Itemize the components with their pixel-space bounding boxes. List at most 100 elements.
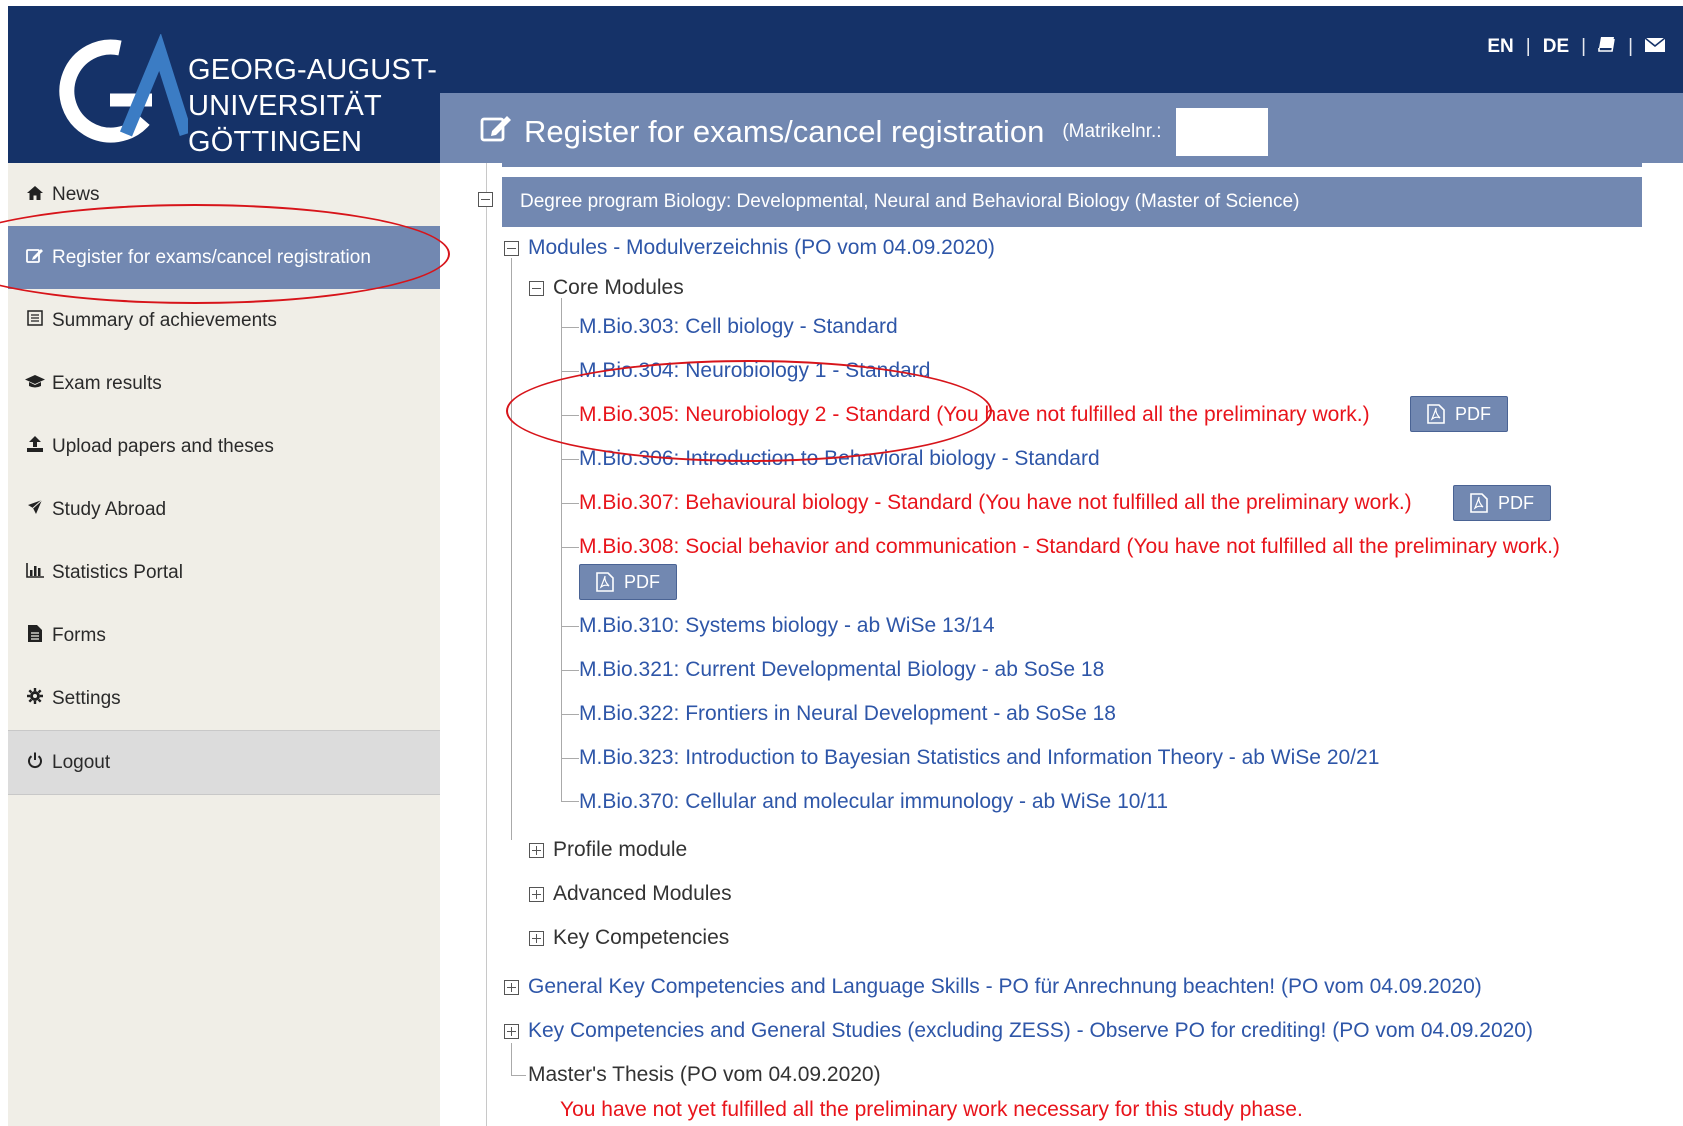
degree-program-header[interactable]: Degree program Biology: Developmental, N… (502, 177, 1642, 227)
collapse-toggle-core-modules[interactable] (529, 281, 544, 296)
gear-icon (24, 688, 46, 709)
pdf-icon (1427, 404, 1445, 424)
module-link-310[interactable]: M.Bio.310: Systems biology - ab WiSe 13/… (579, 612, 995, 640)
sidebar-item-label: Summary of achievements (52, 309, 277, 331)
lang-en-link[interactable]: EN (1487, 36, 1513, 58)
module-link-306[interactable]: M.Bio.306: Introduction to Behavioral bi… (579, 445, 1100, 473)
module-link-307[interactable]: M.Bio.307: Behavioural biology - Standar… (579, 489, 1412, 517)
power-icon (24, 752, 46, 774)
sidebar-item-news[interactable]: News (8, 163, 440, 226)
sidebar-item-label: News (52, 183, 100, 205)
university-name-line1: GEORG-AUGUST-UNIVERSITÄT (188, 54, 438, 122)
sidebar-item-study-abroad[interactable]: Study Abroad (8, 478, 440, 541)
university-logo[interactable]: GEORG-AUGUST-UNIVERSITÄT GÖTTINGEN (8, 6, 440, 163)
sidebar-item-label: Exam results (52, 372, 162, 394)
page-title: Register for exams/cancel registration (… (480, 108, 1268, 156)
tree-branch (561, 327, 579, 328)
collapse-toggle-degree[interactable] (478, 192, 493, 207)
expand-toggle-key-competencies[interactable] (529, 931, 544, 946)
module-link-305[interactable]: M.Bio.305: Neurobiology 2 - Standard (Yo… (579, 401, 1370, 429)
sidebar-item-statistics[interactable]: Statistics Portal (8, 541, 440, 604)
collapse-toggle-modules[interactable] (504, 241, 519, 256)
edit-icon (480, 114, 512, 150)
tree-branch (561, 626, 579, 627)
sidebar-item-summary[interactable]: Summary of achievements (8, 289, 440, 352)
pdf-button-305[interactable]: PDF (1410, 396, 1508, 432)
module-link-321[interactable]: M.Bio.321: Current Developmental Biology… (579, 656, 1104, 684)
pdf-icon (596, 572, 614, 592)
pdf-button-308[interactable]: PDF (579, 564, 677, 600)
core-modules-label[interactable]: Core Modules (553, 274, 684, 302)
advanced-modules-label[interactable]: Advanced Modules (553, 880, 732, 908)
tree-branch (561, 801, 579, 802)
pdf-button-label: PDF (624, 571, 660, 592)
tree-branch (561, 758, 579, 759)
key-general-studies-link[interactable]: Key Competencies and General Studies (ex… (528, 1017, 1533, 1045)
sidebar-item-exam-results[interactable]: Exam results (8, 352, 440, 415)
university-name: GEORG-AUGUST-UNIVERSITÄT GÖTTINGEN (188, 52, 440, 160)
university-logo-icon (59, 34, 188, 143)
university-name-line2: GÖTTINGEN (188, 126, 363, 158)
page-title-text: Register for exams/cancel registration (524, 114, 1045, 149)
sidebar-item-logout[interactable]: Logout (8, 730, 440, 795)
pdf-button-label: PDF (1498, 492, 1534, 513)
tree-branch (561, 415, 579, 416)
sidebar-item-settings[interactable]: Settings (8, 667, 440, 730)
separator: | (1581, 36, 1587, 57)
expand-toggle-advanced[interactable] (529, 887, 544, 902)
content-top-strip (502, 163, 1642, 167)
plane-icon (24, 499, 46, 520)
matrikel-label: (Matrikelnr.: (1062, 121, 1162, 142)
tree-branch (561, 503, 579, 504)
masters-thesis-label: Master's Thesis (PO vom 04.09.2020) (528, 1063, 881, 1086)
top-links: EN | DE | | (1487, 36, 1666, 58)
module-link-308[interactable]: M.Bio.308: Social behavior and communica… (579, 533, 1560, 561)
sidebar-item-label: Forms (52, 624, 106, 646)
separator: | (1628, 36, 1633, 57)
lang-de-link[interactable]: DE (1543, 36, 1569, 58)
key-competencies-label[interactable]: Key Competencies (553, 924, 729, 952)
module-link-303[interactable]: M.Bio.303: Cell biology - Standard (579, 313, 898, 341)
tree-branch (561, 670, 579, 671)
tree-branch (561, 547, 579, 548)
sidebar-item-label: Study Abroad (52, 498, 167, 520)
file-icon (24, 624, 46, 647)
mail-icon[interactable] (1644, 36, 1666, 58)
pdf-icon (1470, 493, 1488, 513)
sidebar-item-upload[interactable]: Upload papers and theses (8, 415, 440, 478)
expand-toggle-profile[interactable] (529, 843, 544, 858)
tree-branch (561, 459, 579, 460)
tree-line (511, 1043, 512, 1075)
tree-branch (561, 371, 579, 372)
tree-branch (511, 1075, 526, 1076)
pdf-button-307[interactable]: PDF (1453, 485, 1551, 521)
module-link-304[interactable]: M.Bio.304: Neurobiology 1 - Standard (579, 357, 930, 385)
sidebar-item-label: Register for exams/cancel registration (52, 246, 371, 268)
tree-branch (561, 714, 579, 715)
bar-chart-icon (24, 562, 46, 583)
sidebar-item-forms[interactable]: Forms (8, 604, 440, 667)
sidebar-item-label: Settings (52, 687, 121, 709)
module-link-323[interactable]: M.Bio.323: Introduction to Bayesian Stat… (579, 744, 1379, 772)
sidebar: News Register for exams/cancel registrat… (8, 163, 440, 1126)
graduation-cap-icon (24, 374, 46, 394)
expand-toggle-general-key[interactable] (504, 980, 519, 995)
module-link-322[interactable]: M.Bio.322: Frontiers in Neural Developme… (579, 700, 1116, 728)
module-link-370[interactable]: M.Bio.370: Cellular and molecular immuno… (579, 788, 1168, 816)
page: GEORG-AUGUST-UNIVERSITÄT GÖTTINGEN EN | … (0, 0, 1683, 1126)
sidebar-item-label: Upload papers and theses (52, 435, 274, 457)
thesis-warning: You have not yet fulfilled all the preli… (560, 1098, 1303, 1121)
content-divider (486, 163, 487, 1126)
home-icon (24, 185, 46, 205)
expand-toggle-key-general-studies[interactable] (504, 1024, 519, 1039)
book-icon[interactable] (1598, 36, 1616, 58)
tree-line (511, 258, 512, 840)
general-key-competencies-link[interactable]: General Key Competencies and Language Sk… (528, 973, 1482, 1001)
modules-group-link[interactable]: Modules - Modulverzeichnis (PO vom 04.09… (528, 234, 995, 262)
profile-module-label[interactable]: Profile module (553, 836, 687, 864)
list-icon (24, 310, 46, 331)
sidebar-item-register[interactable]: Register for exams/cancel registration (8, 226, 440, 289)
sidebar-item-label: Logout (52, 751, 111, 773)
upload-icon (24, 436, 46, 457)
tree-line (561, 298, 562, 801)
